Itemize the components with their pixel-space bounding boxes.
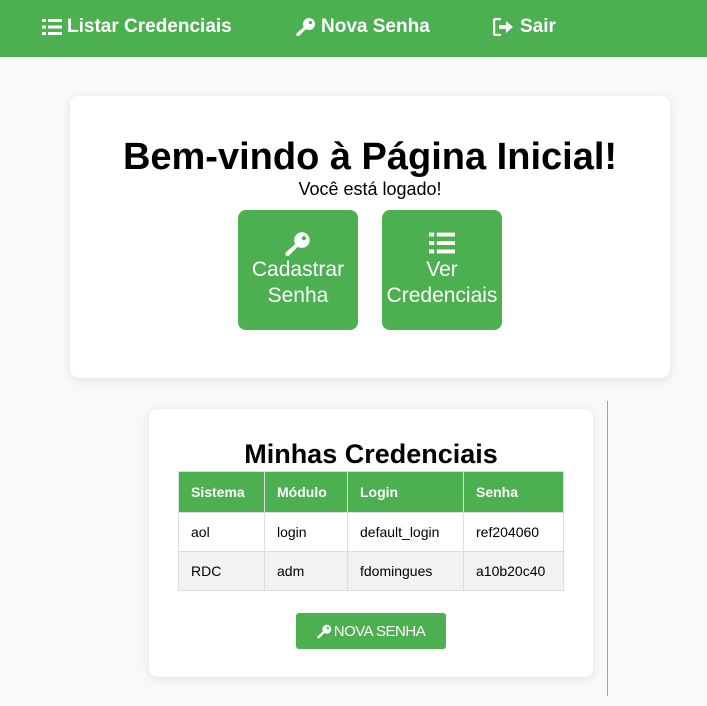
credentials-table: Sistema Módulo Login Senha aol login def… xyxy=(178,471,564,591)
nav-new-password-link[interactable]: Nova Senha xyxy=(296,14,430,40)
cell-login: default_login xyxy=(347,512,464,552)
cell-system: aol xyxy=(178,512,265,552)
welcome-subtitle: Você está logado! xyxy=(298,179,442,199)
credentials-card: Minhas Credenciais Sistema Módulo Login … xyxy=(149,409,593,677)
column-header-login: Login xyxy=(347,471,464,513)
register-password-label: Cadastrar Senha xyxy=(251,258,345,307)
nav-new-password-label: Nova Senha xyxy=(321,16,430,37)
cell-module: adm xyxy=(264,551,348,591)
cell-password: ref204060 xyxy=(463,512,564,552)
credentials-title: Minhas Credenciais xyxy=(244,439,498,469)
nav-list-credentials-label: Listar Credenciais xyxy=(67,16,232,37)
cell-password: a10b20c40 xyxy=(463,551,564,591)
new-password-button[interactable]: NOVA SENHA xyxy=(296,613,446,649)
nav-exit-label: Sair xyxy=(520,16,556,37)
nav-exit-link[interactable]: Sair xyxy=(493,14,556,40)
cell-module: login xyxy=(264,512,348,552)
register-password-button[interactable]: Cadastrar Senha xyxy=(238,210,358,330)
view-credentials-label: Ver Credenciais xyxy=(386,258,498,307)
nav-list-credentials-link[interactable]: Listar Credenciais xyxy=(42,14,232,40)
welcome-card: Bem-vindo à Página Inicial! Você está lo… xyxy=(70,96,670,378)
table-row: aol login default_login ref204060 xyxy=(178,512,564,552)
view-credentials-button[interactable]: Ver Credenciais xyxy=(382,210,502,330)
list-icon xyxy=(429,231,455,257)
top-navbar: Listar Credenciais Nova Senha Sair xyxy=(0,0,707,57)
table-row: RDC adm fdomingues a10b20c40 xyxy=(178,551,564,591)
key-icon xyxy=(285,231,311,257)
cell-system: RDC xyxy=(178,551,265,591)
column-header-system: Sistema xyxy=(178,471,265,513)
key-icon xyxy=(317,624,332,639)
column-header-password: Senha xyxy=(463,471,564,513)
key-icon xyxy=(296,17,316,37)
new-password-button-label: NOVA SENHA xyxy=(333,622,426,640)
cell-login: fdomingues xyxy=(347,551,464,591)
list-icon xyxy=(42,18,62,36)
sign-out-icon xyxy=(493,18,515,36)
table-header-row: Sistema Módulo Login Senha xyxy=(178,471,564,513)
column-header-module: Módulo xyxy=(264,471,348,513)
vertical-divider xyxy=(607,401,608,696)
welcome-title: Bem-vindo à Página Inicial! xyxy=(122,136,618,178)
